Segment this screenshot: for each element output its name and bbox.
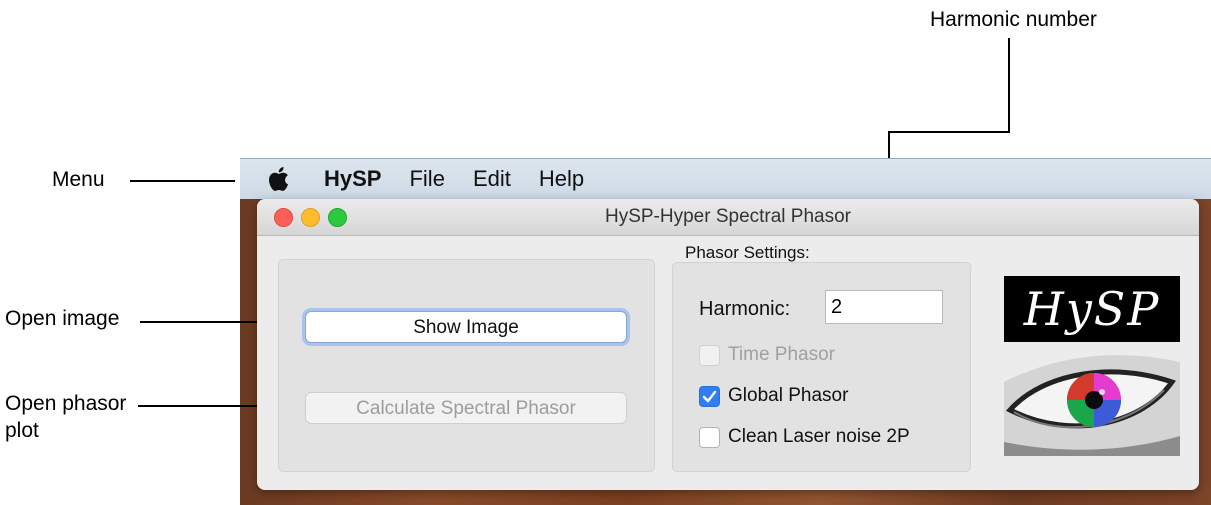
show-image-button[interactable]: Show Image [305, 311, 627, 343]
apple-logo-icon[interactable] [266, 166, 290, 192]
leader-line-harmonic-horizontal [888, 131, 1010, 133]
time-phasor-label: Time Phasor [728, 344, 835, 365]
annotation-open-phasor-plot-text: Open phasor plot [5, 392, 127, 443]
time-phasor-checkbox[interactable] [699, 344, 720, 366]
actions-panel [278, 259, 655, 472]
app-window: HySP-Hyper Spectral Phasor Show Image Ca… [257, 199, 1199, 490]
checkmark-icon [702, 390, 717, 402]
eye-image [1004, 342, 1180, 456]
window-title: HySP-Hyper Spectral Phasor [604, 206, 852, 227]
annotation-open-phasor-plot: Open phasor plot [5, 390, 126, 445]
hysp-logo: HySP [1004, 276, 1180, 456]
global-phasor-checkbox[interactable] [699, 385, 720, 407]
clean-laser-noise-checkbox[interactable] [699, 426, 720, 448]
harmonic-input[interactable]: 2 [825, 290, 943, 324]
annotation-menu: Menu [52, 168, 105, 191]
phasor-settings-title: Phasor Settings: [685, 243, 810, 262]
global-phasor-label: Global Phasor [728, 385, 849, 406]
global-phasor-option[interactable]: Global Phasor [699, 385, 848, 407]
hysp-logo-text: HySP [1004, 276, 1180, 342]
leader-line-menu [130, 180, 235, 182]
annotation-harmonic-number: Harmonic number [930, 8, 1097, 31]
menu-item-file[interactable]: File [409, 166, 444, 192]
menu-bar: HySP File Edit Help [240, 158, 1211, 199]
menu-item-hysp[interactable]: HySP [324, 166, 381, 192]
menu-item-help[interactable]: Help [539, 166, 584, 192]
menu-item-edit[interactable]: Edit [473, 166, 511, 192]
annotation-open-image: Open image [5, 307, 120, 330]
harmonic-label: Harmonic: [699, 298, 791, 320]
clean-laser-noise-label: Clean Laser noise 2P [728, 426, 910, 447]
clean-laser-noise-option[interactable]: Clean Laser noise 2P [699, 426, 910, 448]
leader-line-harmonic-vertical-top [1008, 38, 1010, 133]
time-phasor-option[interactable]: Time Phasor [699, 344, 835, 366]
window-titlebar[interactable]: HySP-Hyper Spectral Phasor [257, 199, 1199, 236]
calculate-spectral-phasor-button[interactable]: Calculate Spectral Phasor [305, 392, 627, 424]
